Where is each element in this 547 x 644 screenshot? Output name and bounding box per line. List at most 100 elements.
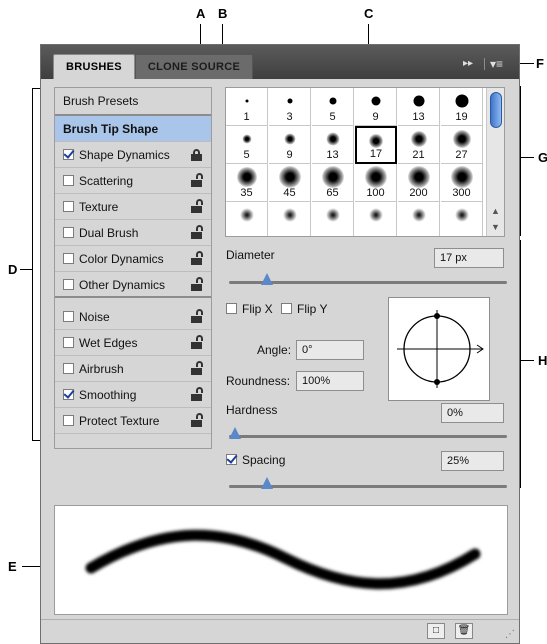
brush-tip-cell[interactable]: 65 (312, 164, 354, 202)
brush-tip-cell[interactable]: 13 (312, 126, 354, 164)
spacing-option[interactable]: Spacing (226, 453, 285, 467)
brush-tip-cell[interactable]: 5 (312, 88, 354, 126)
unlock-icon[interactable] (191, 173, 203, 187)
brush-option-protect-texture[interactable]: Protect Texture (55, 408, 211, 434)
brush-tip-cell[interactable] (226, 202, 268, 236)
flip-y-checkbox[interactable] (281, 303, 292, 314)
brush-option-color-dynamics[interactable]: Color Dynamics (55, 246, 211, 272)
option-checkbox[interactable] (63, 149, 74, 160)
brush-option-noise[interactable]: Noise (55, 304, 211, 330)
brush-option-texture[interactable]: Texture (55, 194, 211, 220)
trash-icon[interactable]: 🗑 (455, 623, 473, 639)
brush-tip-cell[interactable]: 27 (441, 126, 483, 164)
brush-tip-cell[interactable]: 5 (226, 126, 268, 164)
brush-option-other-dynamics[interactable]: Other Dynamics (55, 272, 211, 298)
callout-d: D (8, 262, 18, 277)
unlock-icon[interactable] (191, 413, 203, 427)
brush-tip-cell[interactable] (269, 202, 311, 236)
collapse-panel-icon[interactable]: ▸▸ (463, 58, 473, 69)
brush-tip-cell[interactable]: 100 (355, 164, 397, 202)
tab-clone-source[interactable]: CLONE SOURCE (135, 54, 253, 79)
brush-tip-dot (326, 132, 339, 146)
brush-option-wet-edges[interactable]: Wet Edges (55, 330, 211, 356)
hardness-label: Hardness (226, 403, 278, 417)
brush-tip-cell[interactable]: 17 (355, 126, 397, 164)
option-checkbox[interactable] (63, 415, 74, 426)
option-checkbox[interactable] (63, 389, 74, 400)
option-checkbox[interactable] (63, 201, 74, 212)
hardness-slider[interactable] (229, 427, 507, 439)
unlock-icon[interactable] (191, 335, 203, 349)
unlock-icon[interactable] (191, 309, 203, 323)
brush-tip-cell[interactable]: 45 (269, 164, 311, 202)
unlock-icon[interactable] (191, 199, 203, 213)
brush-tip-cell[interactable]: 13 (398, 88, 440, 126)
brush-tip-cell[interactable]: 1 (226, 88, 268, 126)
brush-option-scattering[interactable]: Scattering (55, 168, 211, 194)
brush-tip-cell[interactable] (355, 202, 397, 236)
brush-tip-dot (287, 98, 292, 104)
option-checkbox[interactable] (63, 253, 74, 264)
brush-tip-shape-item[interactable]: Brush Tip Shape (55, 116, 211, 142)
option-checkbox[interactable] (63, 337, 74, 348)
brush-tip-cell[interactable] (441, 202, 483, 236)
brush-option-shape-dynamics[interactable]: Shape Dynamics (55, 142, 211, 168)
brush-tip-dot (368, 208, 383, 222)
brush-tip-cell[interactable]: 3 (269, 88, 311, 126)
brush-tip-dot (413, 95, 424, 107)
brush-tip-cell[interactable]: 21 (398, 126, 440, 164)
brush-tip-cell[interactable]: 19 (441, 88, 483, 126)
spacing-slider[interactable] (229, 477, 507, 489)
unlock-icon[interactable] (191, 387, 203, 401)
new-icon[interactable]: □ (427, 623, 445, 639)
scroll-up-icon[interactable]: ▲ (491, 206, 500, 216)
resize-grip-icon[interactable]: ⋰ (505, 629, 515, 640)
panel-menu-icon[interactable]: ▾≡ (490, 57, 503, 71)
tab-brushes[interactable]: BRUSHES (53, 54, 135, 79)
brush-tip-dot (284, 133, 295, 145)
brush-tip-cell[interactable] (312, 202, 354, 236)
flip-x-option[interactable]: Flip X (226, 302, 273, 316)
angle-roundness-preview[interactable] (388, 297, 490, 401)
spacing-field[interactable]: 25% (441, 451, 504, 471)
unlock-icon[interactable] (191, 361, 203, 375)
unlock-icon[interactable] (191, 225, 203, 239)
option-checkbox[interactable] (63, 175, 74, 186)
brush-presets-item[interactable]: Brush Presets (55, 88, 211, 116)
spacing-checkbox[interactable] (226, 454, 237, 465)
brush-tip-cell[interactable] (398, 202, 440, 236)
diameter-field[interactable]: 17 px (434, 248, 504, 268)
hardness-slider-thumb[interactable] (229, 427, 241, 439)
brush-tip-cell[interactable]: 200 (398, 164, 440, 202)
option-checkbox[interactable] (63, 227, 74, 238)
lock-icon[interactable] (191, 149, 202, 161)
scrollbar-thumb[interactable] (490, 92, 502, 128)
flip-y-option[interactable]: Flip Y (281, 302, 327, 316)
flip-x-checkbox[interactable] (226, 303, 237, 314)
brush-tip-cell[interactable]: 35 (226, 164, 268, 202)
diameter-slider[interactable] (229, 273, 507, 285)
option-label: Scattering (79, 174, 134, 188)
brush-tip-cell[interactable]: 9 (269, 126, 311, 164)
spacing-slider-thumb[interactable] (260, 477, 273, 489)
brush-tip-dot (454, 208, 469, 222)
brush-option-smoothing[interactable]: Smoothing (55, 382, 211, 408)
tip-grid-scrollbar[interactable]: ▲ ▼ (486, 88, 504, 236)
option-checkbox[interactable] (63, 311, 74, 322)
option-checkbox[interactable] (63, 363, 74, 374)
roundness-field[interactable]: 100% (296, 371, 364, 391)
brush-option-airbrush[interactable]: Airbrush (55, 356, 211, 382)
brush-tip-size: 13 (412, 111, 425, 123)
option-checkbox[interactable] (63, 279, 74, 290)
brush-tip-cell[interactable]: 9 (355, 88, 397, 126)
scroll-down-icon[interactable]: ▼ (491, 222, 500, 232)
unlock-icon[interactable] (191, 277, 203, 291)
unlock-icon[interactable] (191, 251, 203, 265)
diameter-slider-thumb[interactable] (260, 273, 273, 285)
brush-tip-cell[interactable]: 300 (441, 164, 483, 202)
flip-y-label: Flip Y (297, 302, 328, 316)
angle-field[interactable]: 0° (296, 340, 364, 360)
hardness-field[interactable]: 0% (441, 403, 504, 423)
brush-option-dual-brush[interactable]: Dual Brush (55, 220, 211, 246)
brushes-panel: BRUSHES CLONE SOURCE ▸▸ ▾≡ Brush Presets… (40, 44, 520, 644)
